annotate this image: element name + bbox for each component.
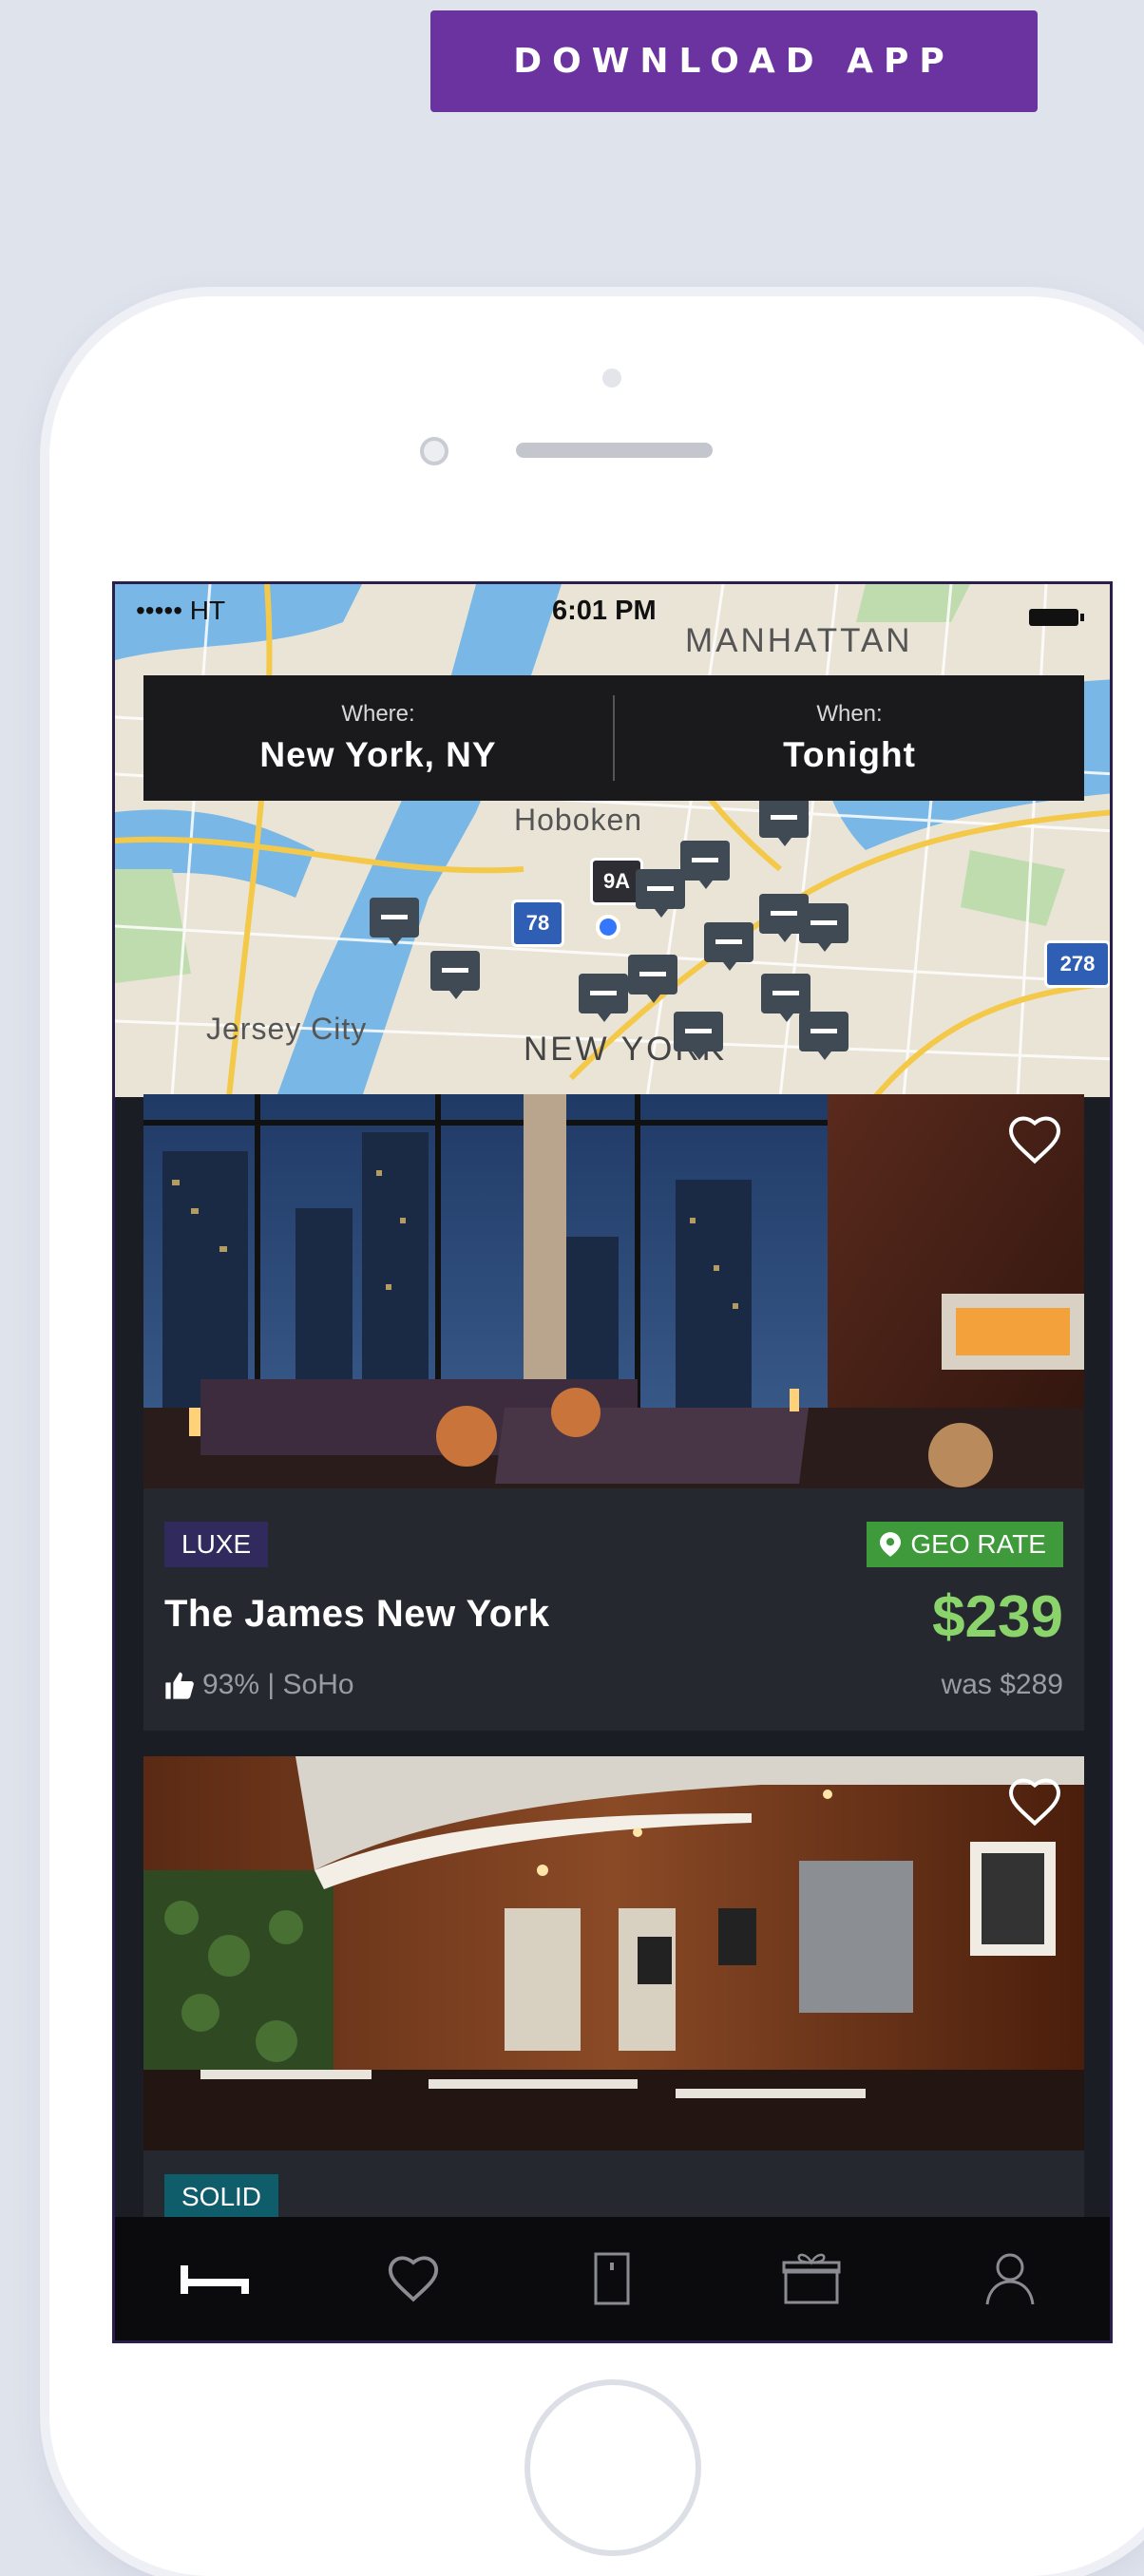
map-label-jersey-city: Jersey City bbox=[206, 1012, 368, 1046]
where-value: New York, NY bbox=[259, 735, 497, 774]
when-label: When: bbox=[816, 701, 883, 727]
gift-icon bbox=[782, 2253, 841, 2304]
hotel-map-pin[interactable] bbox=[759, 798, 809, 846]
hotel-photo bbox=[143, 1094, 1084, 1488]
door-icon bbox=[594, 2252, 630, 2305]
favorite-heart-icon[interactable] bbox=[1006, 1773, 1063, 1830]
heart-icon bbox=[388, 2256, 439, 2302]
hotel-tier-badge: LUXE bbox=[164, 1522, 269, 1567]
interstate-78-shield: 78 bbox=[511, 900, 564, 947]
bottom-tab-bar bbox=[115, 2217, 1110, 2340]
hotel-card[interactable]: LUXE GEO RATE The James New York $239 93… bbox=[143, 1094, 1084, 1731]
geo-rate-label: GEO RATE bbox=[910, 1529, 1046, 1559]
status-bar: ••••• HT 6:01 PM bbox=[115, 584, 1110, 637]
bed-icon bbox=[180, 2265, 249, 2294]
map-view[interactable]: MANHATTAN Hoboken Jersey City NEW YORK 9… bbox=[115, 584, 1110, 1097]
front-camera bbox=[420, 437, 448, 465]
where-label: Where: bbox=[341, 701, 415, 727]
hotel-tier-badge: SOLID bbox=[164, 2174, 279, 2220]
hotel-rating: 93% | SoHo bbox=[164, 1669, 354, 1701]
tab-hotels[interactable] bbox=[172, 2236, 257, 2321]
interstate-278-shield: 278 bbox=[1044, 940, 1110, 988]
when-value: Tonight bbox=[783, 735, 916, 774]
hotel-photo bbox=[143, 1756, 1084, 2150]
user-icon bbox=[985, 2253, 1035, 2305]
hotel-map-pin[interactable] bbox=[636, 869, 685, 918]
hotel-map-pin[interactable] bbox=[704, 922, 753, 971]
favorite-heart-icon[interactable] bbox=[1006, 1111, 1063, 1168]
hotel-map-pin[interactable] bbox=[799, 903, 848, 952]
hotel-map-pin[interactable] bbox=[430, 951, 480, 999]
hotel-map-pin[interactable] bbox=[680, 841, 730, 889]
current-location-dot bbox=[596, 915, 620, 939]
when-selector[interactable]: When: Tonight bbox=[615, 675, 1084, 801]
hotel-info: LUXE GEO RATE The James New York $239 93… bbox=[143, 1488, 1084, 1731]
hotel-map-pin[interactable] bbox=[370, 898, 419, 946]
search-bar: Where: New York, NY When: Tonight bbox=[143, 675, 1084, 801]
hotel-map-pin[interactable] bbox=[674, 1012, 723, 1060]
where-selector[interactable]: Where: New York, NY bbox=[143, 675, 613, 801]
location-pin-icon bbox=[880, 1532, 902, 1557]
home-button[interactable] bbox=[524, 2379, 701, 2556]
hotel-map-pin[interactable] bbox=[579, 974, 628, 1022]
hotel-was-price: was $289 bbox=[941, 1669, 1063, 1700]
phone-speaker bbox=[516, 443, 713, 458]
tab-favorites[interactable] bbox=[371, 2236, 456, 2321]
carrier-signal: ••••• HT bbox=[136, 596, 226, 625]
map-label-hoboken: Hoboken bbox=[514, 803, 643, 837]
phone-sensor bbox=[602, 369, 621, 388]
download-app-button[interactable]: DOWNLOAD APP bbox=[430, 10, 1038, 112]
app-screen: MANHATTAN Hoboken Jersey City NEW YORK 9… bbox=[112, 581, 1113, 2343]
hotel-map-pin[interactable] bbox=[761, 974, 810, 1022]
hotel-price: $239 bbox=[932, 1584, 1063, 1650]
hotel-map-pin[interactable] bbox=[628, 955, 677, 1003]
tab-account[interactable] bbox=[967, 2236, 1053, 2321]
thumbs-up-icon bbox=[165, 1672, 194, 1699]
status-time: 6:01 PM bbox=[552, 596, 657, 626]
geo-rate-badge: GEO RATE bbox=[867, 1522, 1063, 1567]
tab-rewards[interactable] bbox=[769, 2236, 854, 2321]
hotel-rating-text: 93% | SoHo bbox=[202, 1669, 354, 1700]
tab-bookings[interactable] bbox=[569, 2236, 655, 2321]
hotel-map-pin[interactable] bbox=[799, 1012, 848, 1060]
hotel-name: The James New York bbox=[164, 1593, 550, 1635]
battery-icon bbox=[1029, 609, 1084, 626]
